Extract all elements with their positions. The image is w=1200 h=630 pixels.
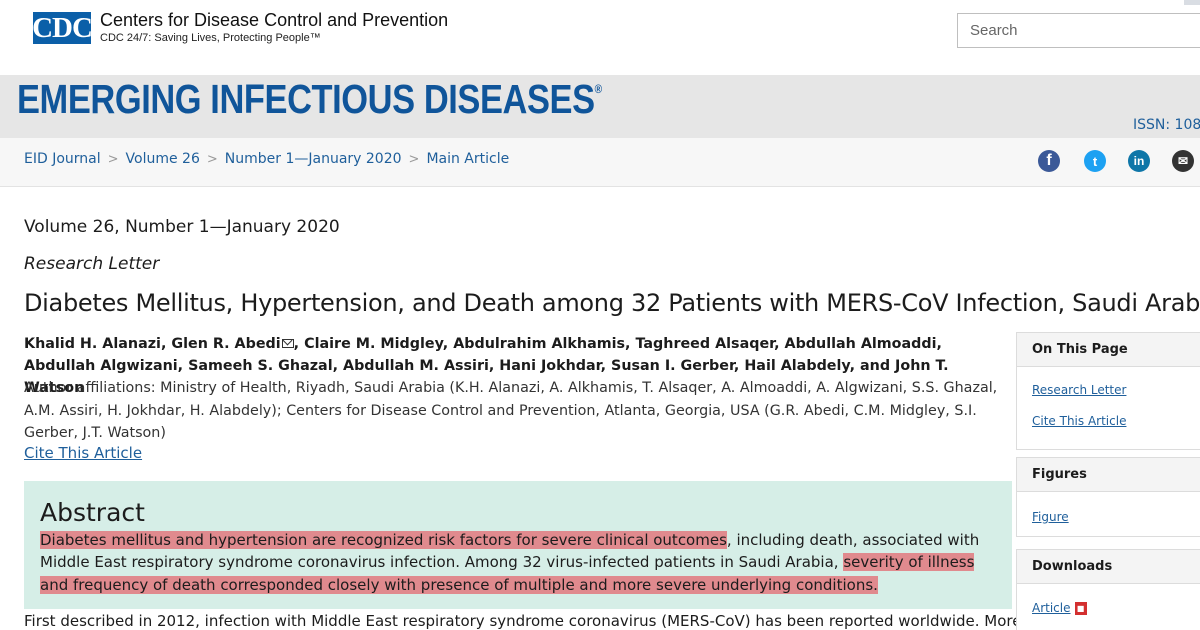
breadcrumb-separator: > [206, 152, 218, 167]
sidebar-link-figure[interactable]: Figure [1017, 510, 1200, 524]
corner-tab[interactable] [1184, 0, 1200, 5]
org-name: Centers for Disease Control and Preventi… [100, 10, 449, 30]
tagline: CDC 24/7: Saving Lives, Protecting Peopl… [100, 32, 321, 44]
article-title: Diabetes Mellitus, Hypertension, and Dea… [24, 289, 1200, 317]
abstract-text: Diabetes mellitus and hypertension are r… [40, 529, 1000, 596]
figures-card: Figures Figure [1016, 457, 1200, 537]
author-affiliations: Author affiliations: Ministry of Health,… [24, 380, 998, 441]
on-this-page-card: On This Page Research Letter Cite This A… [1016, 332, 1200, 450]
breadcrumb-separator: > [107, 152, 119, 167]
authors-first: Khalid H. Alanazi, Glen R. Abedi [24, 336, 281, 352]
breadcrumb-separator: > [408, 152, 420, 167]
linkedin-icon[interactable]: in [1128, 150, 1150, 172]
sidebar-link-research-letter[interactable]: Research Letter [1017, 383, 1200, 397]
cite-this-article-link[interactable]: Cite This Article [24, 444, 142, 462]
breadcrumb-number[interactable]: Number 1—January 2020 [225, 151, 402, 167]
highlight: Diabetes mellitus and hypertension are r… [40, 531, 727, 549]
abstract-box: Abstract Diabetes mellitus and hypertens… [24, 481, 1012, 609]
breadcrumb-main-article[interactable]: Main Article [426, 151, 509, 167]
downloads-card: Downloads Article ■ [1016, 549, 1200, 630]
cdc-logo[interactable]: CDC [31, 10, 93, 46]
twitter-icon[interactable]: t [1084, 150, 1106, 172]
sidebar-link-article[interactable]: Article ■ [1017, 601, 1200, 615]
breadcrumb-eid-journal[interactable]: EID Journal [24, 151, 101, 167]
issn: ISSN: 108 [1133, 117, 1200, 133]
figures-heading: Figures [1017, 458, 1200, 492]
search-input[interactable] [957, 13, 1200, 48]
body-paragraph: First described in 2012, infection with … [24, 612, 1061, 630]
email-icon[interactable]: ✉ [1172, 150, 1194, 172]
sidebar-link-cite[interactable]: Cite This Article [1017, 414, 1200, 428]
breadcrumb-volume[interactable]: Volume 26 [126, 151, 200, 167]
downloads-heading: Downloads [1017, 550, 1200, 584]
volume-line: Volume 26, Number 1—January 2020 [24, 217, 340, 237]
mail-icon[interactable] [281, 339, 294, 348]
breadcrumb: EID Journal > Volume 26 > Number 1—January 2… [24, 151, 509, 167]
journal-title[interactable]: EMERGING INFECTIOUS DISEASES® [17, 76, 602, 123]
article-link-label: Article [1032, 601, 1071, 615]
pdf-icon: ■ [1074, 602, 1087, 615]
abstract-heading: Abstract [40, 498, 145, 527]
article-type: Research Letter [24, 254, 160, 274]
on-this-page-heading: On This Page [1017, 333, 1200, 367]
facebook-icon[interactable]: f [1038, 150, 1060, 172]
